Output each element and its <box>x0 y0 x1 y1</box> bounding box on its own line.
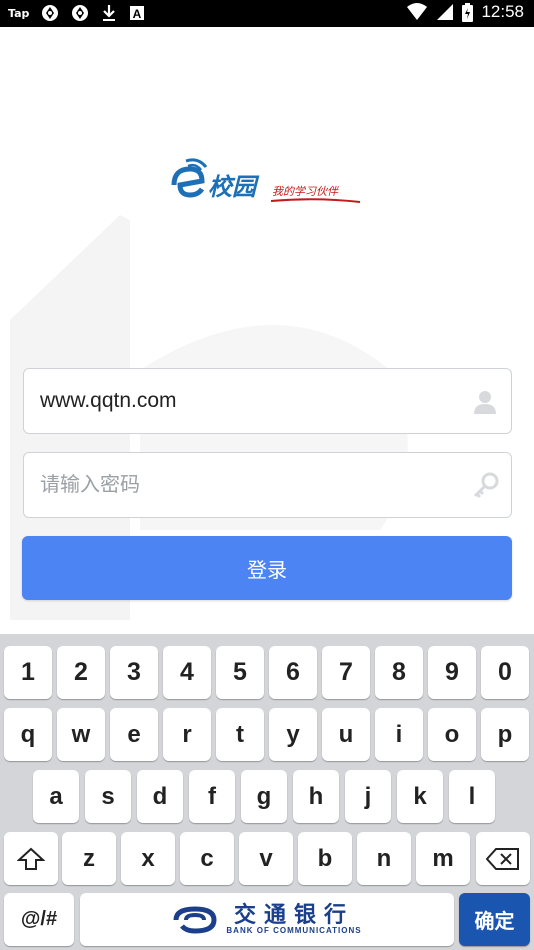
backspace-key[interactable] <box>476 832 530 885</box>
username-field[interactable] <box>23 368 512 434</box>
key-3[interactable]: 3 <box>110 646 158 699</box>
status-system: 12:58 <box>406 2 524 22</box>
tap-notification-label: Tap <box>8 6 30 20</box>
key-f[interactable]: f <box>189 770 235 823</box>
key-8[interactable]: 8 <box>375 646 423 699</box>
soft-keyboard: 1 2 3 4 5 6 7 8 9 0 q w e r t y u i o p … <box>0 634 534 950</box>
key-n[interactable]: n <box>357 832 411 885</box>
key-z[interactable]: z <box>62 832 116 885</box>
status-bar: Tap A 12:58 <box>0 0 534 27</box>
key-s[interactable]: s <box>85 770 131 823</box>
wifi-icon <box>407 3 428 20</box>
key-4[interactable]: 4 <box>163 646 211 699</box>
key-k[interactable]: k <box>397 770 443 823</box>
key-t[interactable]: t <box>216 708 264 761</box>
symbol-key[interactable]: @/# <box>4 893 74 946</box>
key-0[interactable]: 0 <box>481 646 529 699</box>
shift-icon <box>17 847 45 870</box>
e-logo-icon <box>171 158 208 198</box>
key-g[interactable]: g <box>241 770 287 823</box>
key-q[interactable]: q <box>4 708 52 761</box>
key-r[interactable]: r <box>163 708 211 761</box>
key-m[interactable]: m <box>416 832 470 885</box>
key-9[interactable]: 9 <box>428 646 476 699</box>
key-l[interactable]: l <box>449 770 495 823</box>
key-1[interactable]: 1 <box>4 646 52 699</box>
shift-key[interactable] <box>4 832 58 885</box>
key-x[interactable]: x <box>121 832 175 885</box>
key-v[interactable]: v <box>239 832 293 885</box>
signal-icon <box>437 4 454 20</box>
key-6[interactable]: 6 <box>269 646 317 699</box>
key-5[interactable]: 5 <box>216 646 264 699</box>
status-time: 12:58 <box>481 2 524 21</box>
confirm-key[interactable]: 确定 <box>459 893 530 946</box>
download-icon <box>103 5 116 21</box>
app-a-icon: A <box>130 6 145 21</box>
key-b[interactable]: b <box>298 832 352 885</box>
sync-icon-2 <box>72 5 89 21</box>
backspace-icon <box>486 847 519 870</box>
key-i[interactable]: i <box>375 708 423 761</box>
slogan-underline <box>270 198 361 203</box>
key-c[interactable]: c <box>180 832 234 885</box>
bank-name-cn: 交通银行 <box>233 902 354 928</box>
key-d[interactable]: d <box>137 770 183 823</box>
bank-logo-icon <box>173 905 217 934</box>
key-u[interactable]: u <box>322 708 370 761</box>
key-j[interactable]: j <box>345 770 391 823</box>
bank-name-en: BANK OF COMMUNICATIONS <box>226 926 362 935</box>
password-field[interactable] <box>23 452 512 518</box>
key-7[interactable]: 7 <box>322 646 370 699</box>
space-key-branding: 交通银行 BANK OF COMMUNICATIONS <box>172 904 361 935</box>
username-input[interactable] <box>40 369 460 433</box>
key-icon <box>473 472 499 499</box>
key-p[interactable]: p <box>481 708 529 761</box>
key-e[interactable]: e <box>110 708 158 761</box>
key-y[interactable]: y <box>269 708 317 761</box>
key-a[interactable]: a <box>33 770 79 823</box>
user-icon <box>474 391 496 414</box>
status-notifications: Tap A <box>8 4 145 22</box>
app-logo: 校园 我的学习伙伴 <box>168 155 368 210</box>
password-input[interactable] <box>40 453 460 517</box>
key-w[interactable]: w <box>57 708 105 761</box>
login-button[interactable]: 登录 <box>22 536 512 600</box>
sync-icon <box>42 5 59 21</box>
logo-name: 校园 <box>208 172 256 201</box>
space-key[interactable]: 交通银行 BANK OF COMMUNICATIONS <box>80 893 454 946</box>
key-2[interactable]: 2 <box>57 646 105 699</box>
key-o[interactable]: o <box>428 708 476 761</box>
key-h[interactable]: h <box>293 770 339 823</box>
svg-text:A: A <box>133 7 142 21</box>
battery-icon <box>462 2 474 22</box>
